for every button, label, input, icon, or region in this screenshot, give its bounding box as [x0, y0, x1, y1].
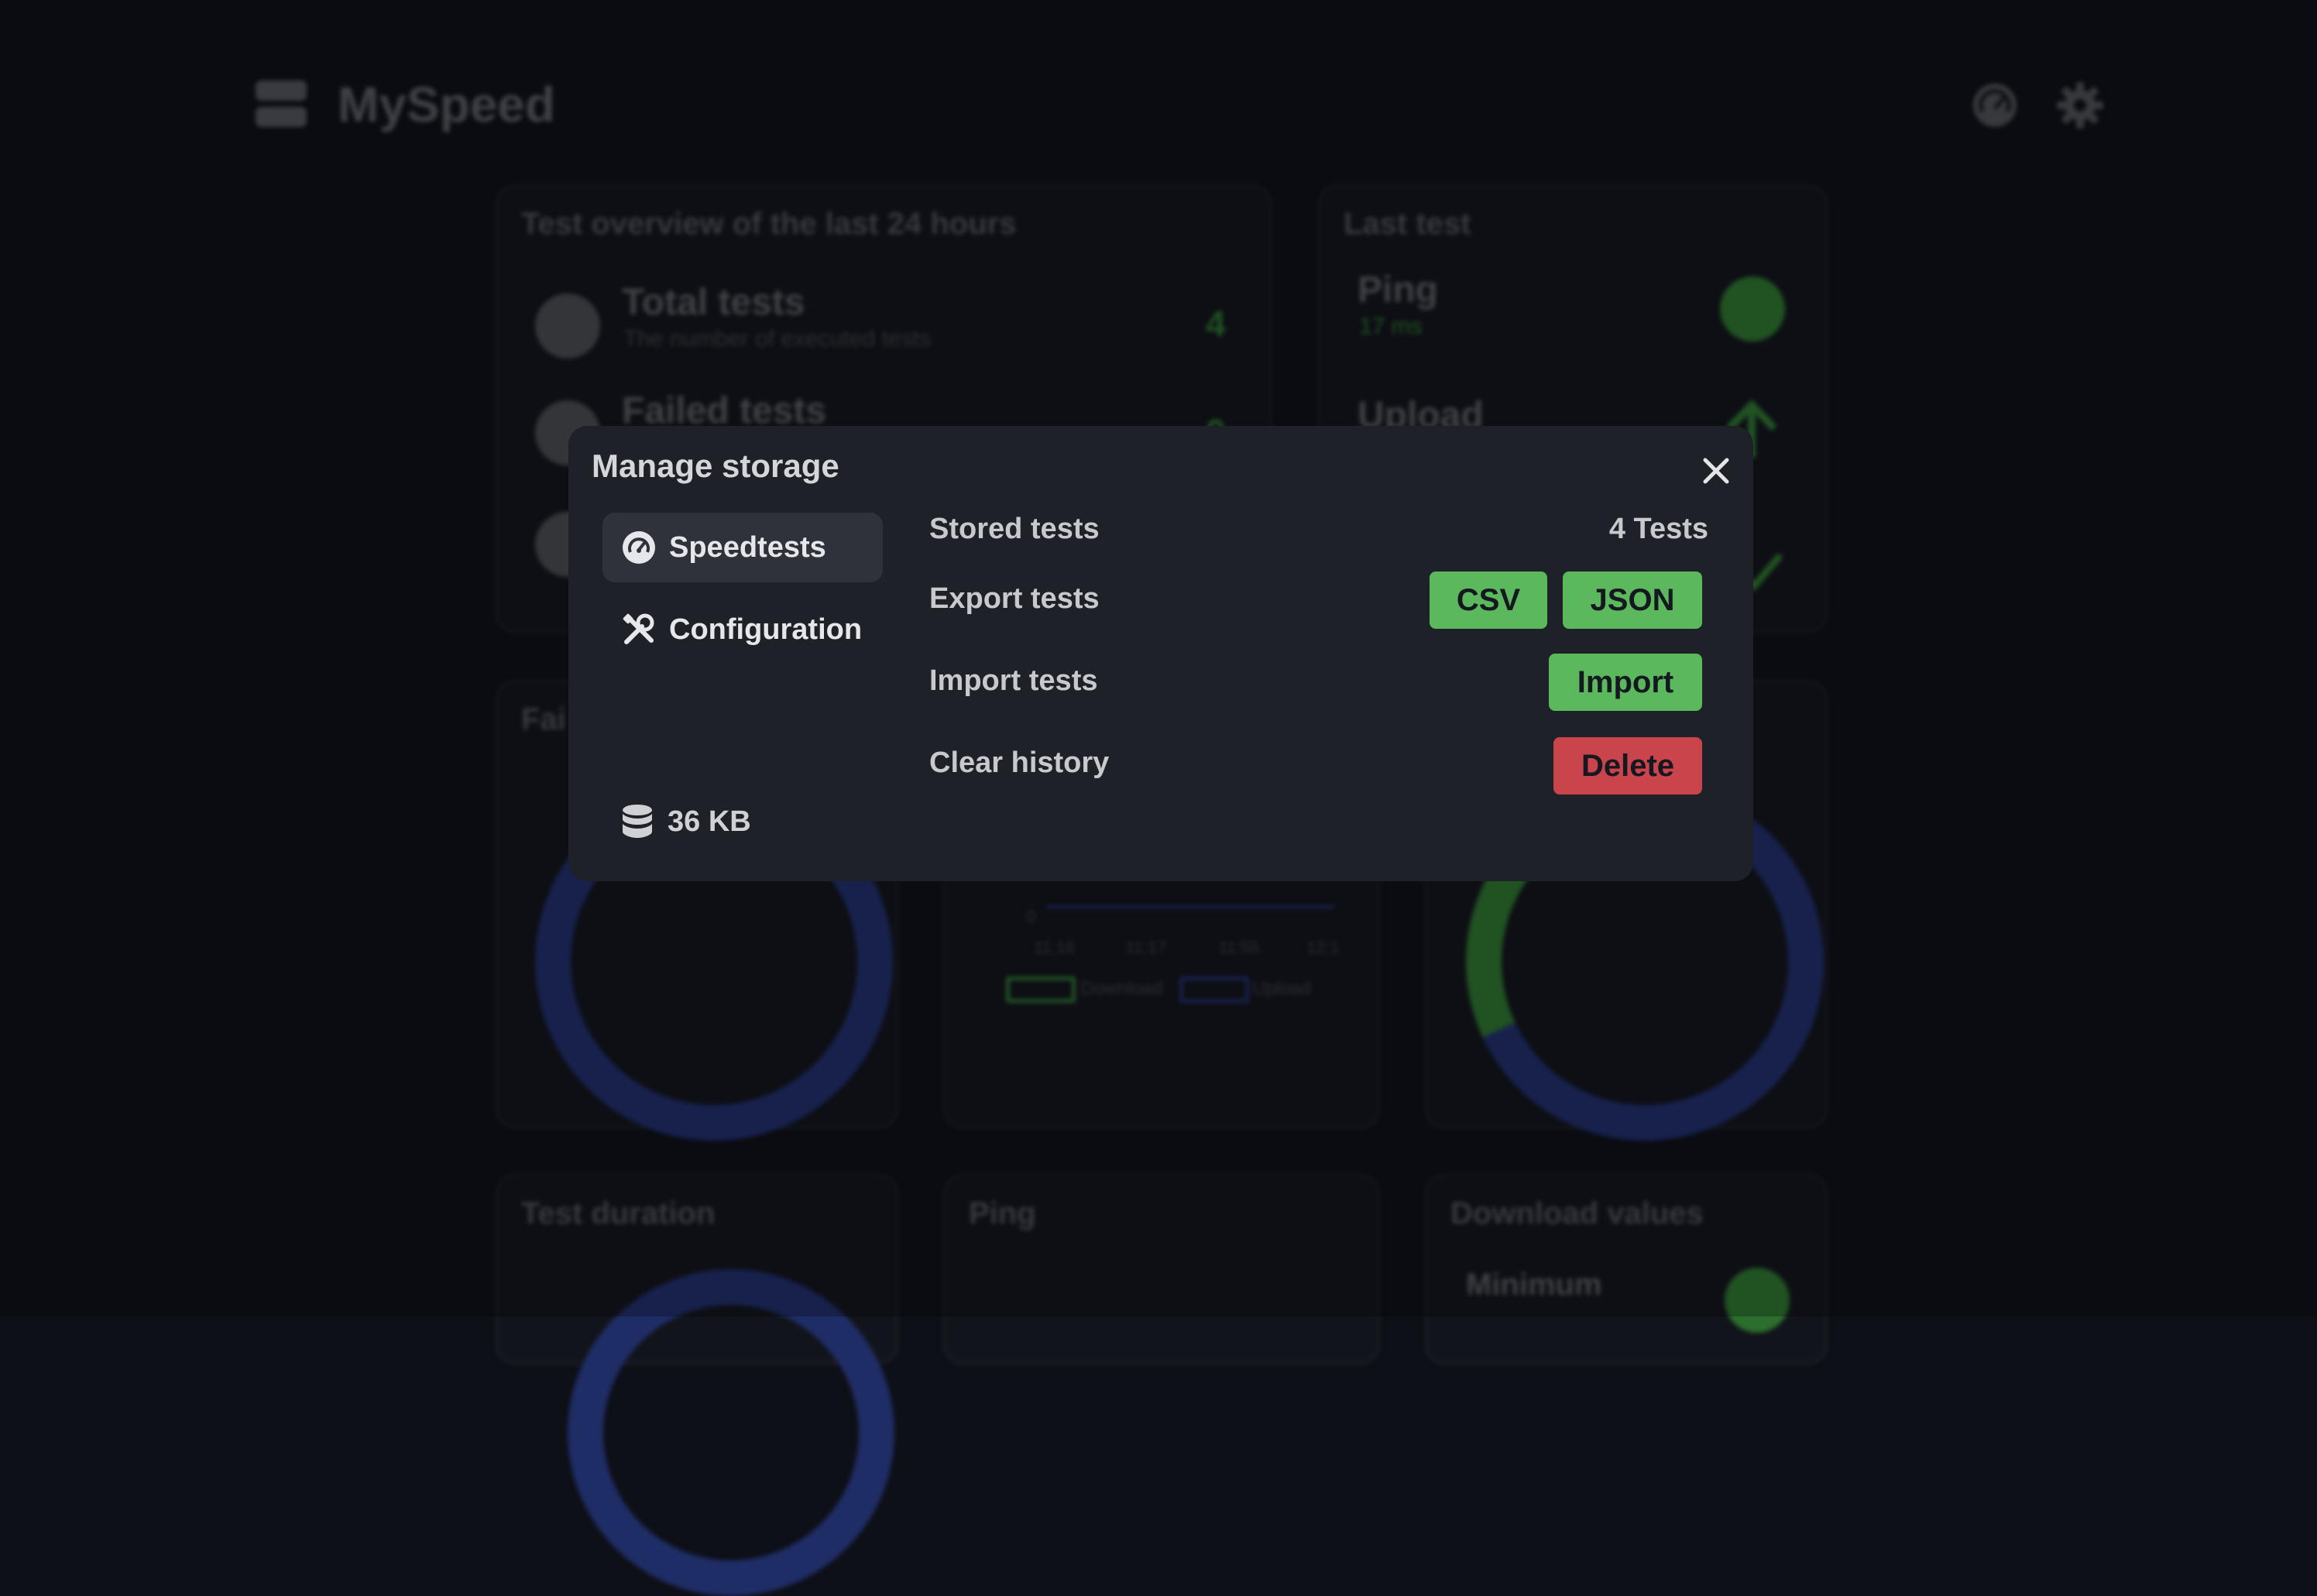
storage-size: 36 KB	[621, 804, 751, 839]
clear-history-label: Clear history	[929, 747, 1110, 779]
stored-tests-value: 4 Tests	[1608, 513, 1708, 545]
manage-storage-dialog: Manage storage Speedtests Configuration	[568, 426, 1753, 881]
storage-size-value: 36 KB	[668, 805, 751, 838]
dialog-title: Manage storage	[592, 448, 839, 484]
import-button[interactable]: Import	[1549, 654, 1702, 711]
import-tests-label: Import tests	[929, 664, 1098, 697]
nav-label-configuration: Configuration	[669, 613, 863, 646]
nav-item-configuration[interactable]: Configuration	[602, 595, 883, 664]
close-icon[interactable]	[1699, 454, 1733, 488]
nav-label-speedtests: Speedtests	[669, 530, 826, 564]
export-json-button[interactable]: JSON	[1563, 571, 1702, 629]
database-icon	[623, 805, 652, 838]
stored-tests-label: Stored tests	[929, 513, 1100, 545]
speedometer-icon	[621, 530, 657, 565]
export-csv-button[interactable]: CSV	[1430, 571, 1547, 629]
nav-item-speedtests[interactable]: Speedtests	[602, 513, 883, 582]
tools-icon	[621, 612, 657, 647]
delete-history-button[interactable]: Delete	[1553, 737, 1702, 795]
donut-chart	[568, 1269, 894, 1596]
export-tests-label: Export tests	[929, 582, 1100, 615]
